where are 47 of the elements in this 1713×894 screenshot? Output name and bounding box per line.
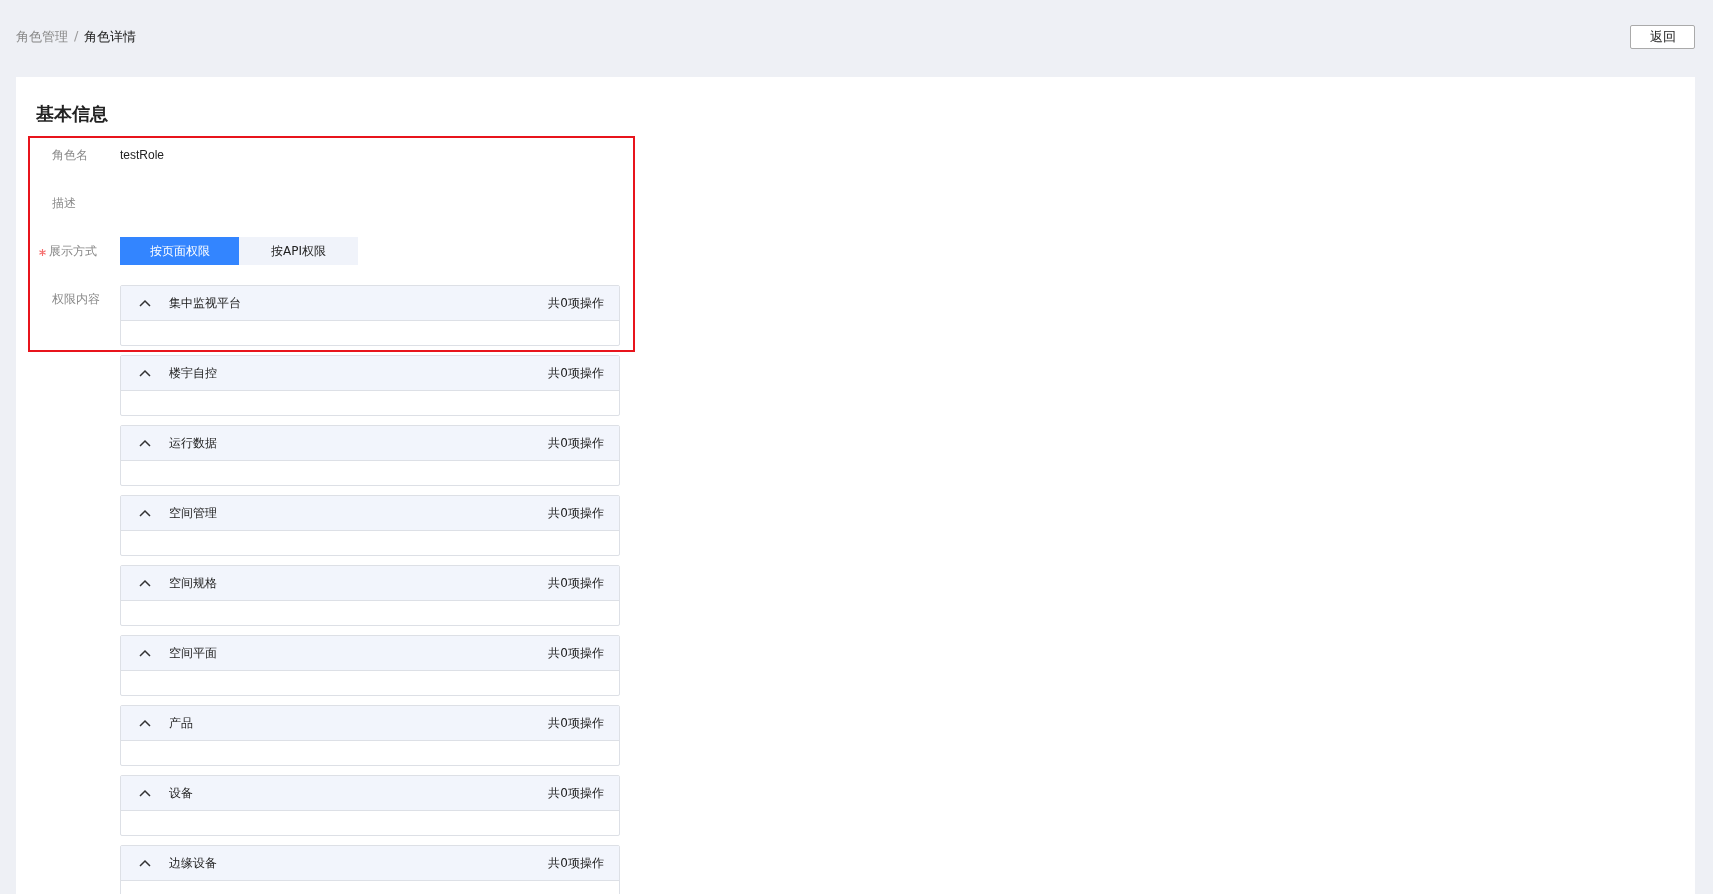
chevron-up-icon[interactable] [139, 579, 151, 587]
field-label: 展示方式 [49, 242, 97, 260]
chevron-up-icon[interactable] [139, 369, 151, 377]
panel-header[interactable]: 设备 共0项操作 [121, 776, 619, 811]
panel-title: 集中监视平台 [169, 294, 242, 312]
panel-title: 空间规格 [169, 574, 218, 592]
field-label: 描述 [51, 194, 77, 212]
operation-count: 共0项操作 [548, 504, 604, 522]
operation-count: 共0项操作 [548, 434, 604, 452]
field-label: 权限内容 [51, 291, 101, 308]
panel-header[interactable]: 楼宇自控 共0项操作 [121, 356, 619, 391]
chevron-up-icon[interactable] [139, 439, 151, 447]
operation-count: 共0项操作 [548, 784, 604, 802]
panel-title: 空间管理 [169, 504, 218, 522]
breadcrumb-separator: / [74, 27, 79, 45]
back-button[interactable]: 返回 [1630, 24, 1695, 49]
operation-count: 共0项操作 [548, 644, 604, 662]
panel-title: 空间平面 [169, 644, 218, 662]
operation-count: 共0项操作 [548, 574, 604, 592]
panel-title: 产品 [169, 714, 194, 732]
field-label: 角色名 [51, 146, 89, 164]
panel-title: 运行数据 [169, 434, 218, 452]
chevron-up-icon[interactable] [139, 789, 151, 797]
chevron-up-icon[interactable] [139, 299, 151, 307]
chevron-up-icon[interactable] [139, 859, 151, 867]
panel-header[interactable]: 空间规格 共0项操作 [121, 566, 619, 601]
mode-tab[interactable]: 按页面权限 [120, 237, 239, 265]
field-value: testRole [120, 148, 165, 162]
operation-count: 共0项操作 [548, 714, 604, 732]
panel-title: 设备 [169, 784, 194, 802]
chevron-up-icon[interactable] [139, 719, 151, 727]
operation-count: 共0项操作 [548, 364, 604, 382]
mode-tab[interactable]: 按API权限 [239, 237, 358, 265]
panel-header[interactable]: 边缘设备 共0项操作 [121, 846, 619, 881]
panel-header[interactable]: 运行数据 共0项操作 [121, 426, 619, 461]
panel-header[interactable]: 空间管理 共0项操作 [121, 496, 619, 531]
panel-header[interactable]: 产品 共0项操作 [121, 706, 619, 741]
breadcrumb-item: 角色详情 [84, 27, 137, 46]
chevron-up-icon[interactable] [139, 509, 151, 517]
panel-header[interactable]: 空间平面 共0项操作 [121, 636, 619, 671]
chevron-up-icon[interactable] [139, 649, 151, 657]
panel-title: 边缘设备 [169, 854, 218, 872]
panel-title: 楼宇自控 [169, 364, 218, 382]
section-title: 基本信息 [36, 102, 109, 126]
panel-header[interactable]: 集中监视平台 共0项操作 [121, 286, 619, 321]
operation-count: 共0项操作 [548, 294, 604, 312]
operation-count: 共0项操作 [548, 854, 604, 872]
